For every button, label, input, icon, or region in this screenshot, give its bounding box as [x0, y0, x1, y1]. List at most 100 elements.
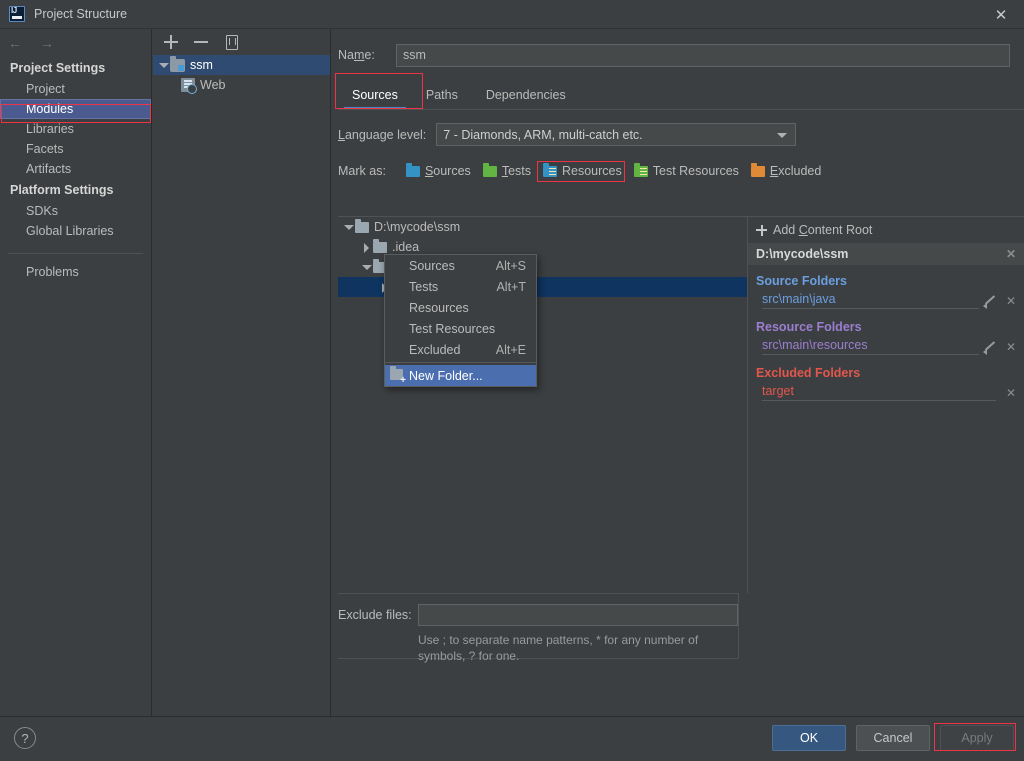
language-level-value: 7 - Diamonds, ARM, multi-catch etc. — [443, 127, 643, 142]
tree-row-label: .idea — [392, 240, 420, 254]
copy-module-button[interactable] — [223, 34, 239, 50]
mark-as-sources-button[interactable]: Sources — [400, 161, 477, 181]
tree-row[interactable]: D:\mycode\ssm — [338, 217, 747, 237]
remove-icon[interactable]: ✕ — [1000, 294, 1016, 308]
mark-as-excluded-label: Excluded — [769, 164, 822, 178]
title-bar: Project Structure ✕ — [0, 0, 1024, 29]
sidebar-item-problems[interactable]: Problems — [0, 262, 151, 282]
module-toolbar — [153, 29, 330, 55]
menu-item-resources[interactable]: Resources — [385, 297, 536, 318]
back-arrow-icon[interactable]: ← — [8, 36, 22, 50]
edit-icon[interactable] — [982, 340, 996, 355]
exclude-files-hint: Use ; to separate name patterns, * for a… — [418, 633, 699, 663]
dialog-buttons: OK Cancel Apply — [772, 725, 1014, 751]
sidebar-item-libraries[interactable]: Libraries — [0, 119, 151, 139]
menu-item-test-resources[interactable]: Test Resources — [385, 318, 536, 339]
mark-as-sources-label: Sources — [424, 164, 471, 178]
resource-folders-title: Resource Folders — [756, 320, 862, 334]
tree-row-label: D:\mycode\ssm — [374, 220, 461, 234]
module-list-panel: ssm Web — [153, 29, 331, 716]
excluded-folders-title: Excluded Folders — [756, 366, 861, 380]
chevron-down-icon[interactable] — [777, 133, 788, 138]
mark-as-test-resources-button[interactable]: Test Resources — [628, 161, 745, 181]
menu-item-accelerator: Alt+S — [495, 258, 526, 273]
mark-as-tests-label: Tests — [501, 164, 531, 178]
chevron-right-icon[interactable] — [360, 241, 372, 253]
remove-content-root-icon[interactable]: ✕ — [1000, 247, 1016, 261]
sidebar-item-global-libraries[interactable]: Global Libraries — [0, 221, 151, 241]
add-content-root-button[interactable]: Add Content Root — [748, 217, 1024, 243]
tab-paths[interactable]: Paths — [412, 82, 472, 109]
intellij-idea-icon — [9, 6, 25, 22]
tab-sources[interactable]: Sources — [338, 82, 412, 109]
language-level-label: Language level: — [338, 127, 427, 142]
mark-as-excluded-button[interactable]: Excluded — [745, 161, 827, 181]
excluded-folder-row: target ✕ — [748, 383, 1024, 403]
menu-item-accelerator: Alt+T — [496, 279, 526, 294]
exclude-files-input[interactable] — [418, 604, 738, 626]
mark-as-resources-label: Resources — [562, 164, 622, 178]
exclude-files-row: Exclude files: — [338, 604, 738, 626]
apply-button[interactable]: Apply — [940, 725, 1014, 751]
forward-arrow-icon[interactable]: → — [40, 36, 54, 50]
menu-item-label: Resources — [409, 300, 469, 315]
sidebar-item-facets[interactable]: Facets — [0, 139, 151, 159]
exclude-files-section: Exclude files: Use ; to separate name pa… — [338, 593, 739, 663]
menu-item-tests[interactable]: Tests Alt+T — [385, 276, 536, 297]
sidebar-group-project-settings: Project Settings — [10, 61, 106, 75]
excluded-folder-path[interactable]: target — [762, 384, 996, 401]
module-name-row: Name: ssm — [338, 43, 1010, 67]
menu-item-excluded[interactable]: Excluded Alt+E — [385, 339, 536, 360]
help-icon[interactable]: ? — [14, 727, 36, 749]
remove-icon[interactable]: ✕ — [1000, 340, 1016, 354]
sidebar-divider — [8, 253, 143, 254]
resource-folder-path[interactable]: src\main\resources — [762, 338, 979, 355]
tab-dependencies[interactable]: Dependencies — [472, 82, 580, 109]
mark-folder-context-menu: Sources Alt+S Tests Alt+T Resources Test… — [384, 254, 537, 387]
content-roots-panel: Add Content Root D:\mycode\ssm ✕ Source … — [748, 216, 1024, 593]
chevron-down-icon[interactable] — [342, 221, 354, 233]
module-node-web[interactable]: Web — [153, 75, 330, 95]
menu-item-label: Sources — [409, 258, 455, 273]
plus-icon — [756, 224, 767, 236]
close-icon[interactable]: ✕ — [978, 0, 1024, 29]
menu-item-accelerator: Alt+E — [495, 342, 526, 357]
sidebar-item-modules[interactable]: Modules — [0, 99, 151, 119]
source-folder-row: src\main\java ✕ — [748, 291, 1024, 311]
sidebar-item-artifacts[interactable]: Artifacts — [0, 159, 151, 179]
sidebar-nav: ← → — [0, 29, 151, 57]
mark-as-resources-button[interactable]: Resources — [537, 161, 628, 181]
add-module-button[interactable] — [163, 34, 179, 50]
sources-folder-icon — [405, 162, 420, 177]
menu-item-label: New Folder... — [409, 368, 483, 383]
remove-module-button[interactable] — [193, 34, 209, 50]
chevron-down-icon[interactable] — [360, 261, 372, 273]
menu-item-new-folder[interactable]: New Folder... — [385, 365, 536, 386]
module-node-ssm[interactable]: ssm — [153, 55, 330, 75]
sidebar-group-platform-settings: Platform Settings — [10, 183, 114, 197]
content-root-path: D:\mycode\ssm — [756, 247, 849, 261]
source-folders-title: Source Folders — [756, 274, 847, 288]
content-root-header: D:\mycode\ssm ✕ — [748, 243, 1024, 265]
folder-icon — [355, 218, 369, 233]
menu-item-label: Tests — [409, 279, 439, 294]
menu-item-sources[interactable]: Sources Alt+S — [385, 255, 536, 276]
source-folder-path[interactable]: src\main\java — [762, 292, 979, 309]
ok-button[interactable]: OK — [772, 725, 846, 751]
module-node-label: ssm — [190, 58, 213, 72]
module-name-label: Name: — [338, 48, 375, 62]
exclude-files-label: Exclude files: — [338, 608, 412, 622]
chevron-down-icon[interactable] — [157, 59, 169, 71]
mark-as-tests-button[interactable]: Tests — [477, 161, 537, 181]
mark-as-label: Mark as: — [338, 164, 386, 178]
edit-icon[interactable] — [982, 294, 996, 309]
sidebar-item-project[interactable]: Project — [0, 79, 151, 99]
module-name-input[interactable]: ssm — [396, 43, 1010, 67]
cancel-button[interactable]: Cancel — [856, 725, 930, 751]
resource-folder-row: src\main\resources ✕ — [748, 337, 1024, 357]
remove-icon[interactable]: ✕ — [1000, 386, 1016, 400]
window-title: Project Structure — [34, 7, 128, 21]
excluded-folder-icon — [750, 162, 765, 177]
sidebar-item-sdks[interactable]: SDKs — [0, 201, 151, 221]
language-level-select[interactable]: 7 - Diamonds, ARM, multi-catch etc. — [436, 123, 797, 146]
